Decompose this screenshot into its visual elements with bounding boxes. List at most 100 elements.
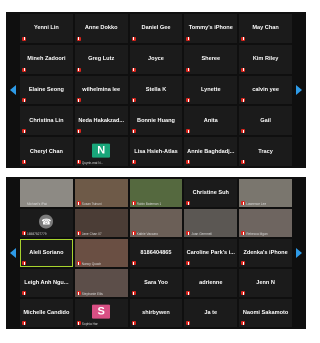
participant-name: Neda Hakakzad... (78, 117, 125, 124)
participant-label: Stephanie Ellis (81, 292, 103, 296)
participant-tile[interactable]: Michael's iPad (20, 179, 73, 207)
participant-name: Ja te (204, 310, 218, 316)
participant-tile[interactable]: Yenni Lin (20, 14, 73, 43)
mic-muted-icon (186, 201, 191, 205)
mic-muted-icon (22, 321, 26, 325)
participant-name: Sara Yoo (144, 280, 168, 286)
mic-muted-icon (186, 321, 191, 325)
participant-tile[interactable]: Christina Lin (20, 106, 73, 136)
participant-name: adrienne (199, 280, 223, 286)
participant-tile[interactable]: ☎ 16587527779 (20, 209, 73, 237)
mic-muted-icon (241, 67, 246, 72)
mic-muted-icon (76, 129, 81, 134)
participant-tile[interactable]: Tommy's iPhone (184, 14, 238, 43)
participant-tile[interactable]: Gail (239, 106, 292, 136)
participant-tile[interactable]: N Quynh-mai N... (74, 137, 128, 166)
mic-muted-icon (241, 98, 246, 103)
participant-tile[interactable]: Ja te (184, 299, 238, 327)
previous-page-button[interactable] (9, 246, 17, 260)
mic-muted-icon (131, 291, 136, 295)
mic-muted-icon (76, 67, 81, 72)
participant-tile[interactable]: shirbywen (129, 299, 183, 327)
participant-name: calvin yee (252, 86, 279, 93)
gallery-view-page-1: Yenni Lin Anne Dokko Daniel Gee Tommy's iPh… (6, 12, 306, 168)
participant-tile[interactable]: Anne Dokko (74, 14, 128, 43)
mic-muted-icon (241, 291, 246, 295)
participant-tile[interactable]: Cheryl Chan (20, 137, 73, 166)
mic-muted-icon (241, 231, 246, 235)
mic-muted-icon (131, 201, 136, 205)
participant-tile[interactable]: Robin Bateman 1 (129, 179, 183, 207)
participant-label: Robin Bateman 1 (136, 202, 162, 206)
participant-tile[interactable]: Anita (184, 106, 238, 136)
participant-label: Sophia Har (81, 322, 98, 326)
mic-muted-icon (186, 67, 191, 72)
participant-tile[interactable]: S Sophia Har (74, 299, 128, 327)
mic-muted-icon (241, 261, 246, 265)
participant-name: Sheree (201, 56, 221, 63)
participant-tile[interactable]: calvin yee (239, 75, 292, 105)
participant-tile[interactable]: Elaine Seong (20, 75, 73, 105)
participant-label: Quynh-mai N... (81, 160, 104, 165)
next-page-button[interactable] (295, 83, 303, 97)
participant-tile[interactable]: Greg Lutz (74, 44, 128, 74)
participant-tile[interactable]: Aleli Soriano (20, 239, 73, 267)
participant-tile[interactable]: wilhelmina lee (74, 75, 128, 105)
participant-tile[interactable]: adrienne (184, 269, 238, 297)
participant-tile[interactable]: Mineh Zadoori (20, 44, 73, 74)
participant-tile[interactable]: Michelle Candido (20, 299, 73, 327)
participant-name: Tracy (258, 148, 273, 155)
participant-tile[interactable]: Sara Yoo (129, 269, 183, 297)
mic-muted-icon (22, 67, 26, 72)
participant-label: Nancy Quach (81, 262, 102, 266)
participant-tile[interactable]: Rebecca Mgan (239, 209, 292, 237)
participant-tile[interactable]: Jenn N (239, 269, 292, 297)
participant-tile[interactable]: Lisa Hsieh-Atlas (129, 137, 183, 166)
participant-name: Bonnie Huang (137, 117, 175, 124)
participant-tile[interactable]: Christine Suh (184, 179, 238, 207)
participant-tile[interactable]: Bonnie Huang (129, 106, 183, 136)
mic-muted-icon (186, 231, 191, 235)
participant-name: Joyce (148, 56, 164, 63)
mic-muted-icon (76, 201, 81, 205)
participant-name: Naomi Sakamoto (242, 310, 289, 316)
participant-name: Greg Lutz (88, 56, 115, 63)
participant-tile[interactable]: Tracy (239, 137, 292, 166)
participant-tile[interactable]: Annie Baghdadj... (184, 137, 238, 166)
participant-tile[interactable]: Stephanie Ellis (74, 269, 128, 297)
participant-tile[interactable]: Joan Gemmell (184, 209, 238, 237)
previous-page-button[interactable] (9, 83, 17, 97)
mic-muted-icon (22, 98, 26, 103)
participant-tile[interactable]: Naomi Sakamoto (239, 299, 292, 327)
participant-tile[interactable]: Zdenka's iPhone (239, 239, 292, 267)
participant-tile[interactable]: Lawrence Lee (239, 179, 292, 207)
participant-tile[interactable]: Stella K (129, 75, 183, 105)
participant-tile[interactable]: Neda Hakakzad... (74, 106, 128, 136)
participant-name: Annie Baghdadj... (187, 148, 235, 155)
participant-tile[interactable]: May Chan (239, 14, 292, 43)
participant-tile[interactable]: Kathie Vaccaro (129, 209, 183, 237)
participant-name: Kim Riley (252, 56, 279, 63)
avatar: S (92, 304, 111, 319)
participant-tile[interactable]: Susan Tsinuni (74, 179, 128, 207)
participant-tile[interactable]: Caroline Park's i... (184, 239, 238, 267)
phone-icon: ☎ (39, 214, 54, 229)
participant-tile[interactable]: Jane Chan 07 (74, 209, 128, 237)
participant-tile[interactable]: Daniel Gee (129, 14, 183, 43)
participant-tile[interactable]: Kim Riley (239, 44, 292, 74)
participant-name: Anne Dokko (84, 25, 118, 32)
participant-tile[interactable]: Lynette (184, 75, 238, 105)
participant-tile[interactable]: 8186404865 (129, 239, 183, 267)
participant-tile[interactable]: Leigh Anh Ngu... (20, 269, 73, 297)
mic-muted-icon (131, 261, 136, 265)
mic-muted-icon (241, 159, 246, 164)
participant-tile[interactable]: Nancy Quach (74, 239, 128, 267)
participant-name: 8186404865 (140, 250, 172, 256)
mic-muted-icon (76, 159, 81, 164)
next-page-button[interactable] (295, 246, 303, 260)
participant-name: Elaine Seong (28, 86, 64, 93)
participant-grid: Yenni Lin Anne Dokko Daniel Gee Tommy's iPh… (20, 14, 292, 166)
participant-tile[interactable]: Sheree (184, 44, 238, 74)
avatar: N (92, 143, 111, 158)
participant-tile[interactable]: Joyce (129, 44, 183, 74)
